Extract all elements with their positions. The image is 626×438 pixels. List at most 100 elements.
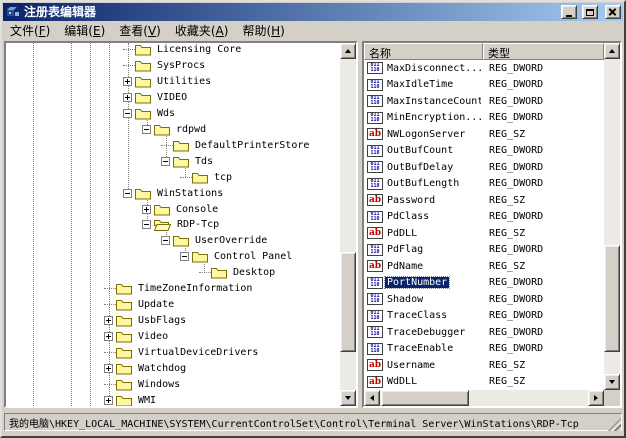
value-name[interactable]: Username [387, 360, 435, 371]
value-name[interactable]: NWLogonServer [387, 129, 465, 140]
tree-item[interactable]: Watchdog [104, 360, 188, 376]
value-row[interactable]: MaxInstanceCount REG_DWORD [364, 93, 604, 110]
value-row[interactable]: PdDLL REG_SZ [364, 225, 604, 242]
tree-item[interactable]: Licensing Core [123, 43, 243, 57]
tree-expander-icon[interactable] [104, 332, 113, 341]
minimize-button[interactable] [561, 5, 577, 19]
tree-item[interactable]: rdpwd [142, 121, 208, 137]
tree-expander-icon[interactable] [123, 109, 132, 118]
tree-item[interactable]: RDP-Tcp [142, 216, 221, 232]
scroll-down-button[interactable] [604, 374, 620, 390]
value-name[interactable]: Shadow [387, 294, 423, 305]
value-name[interactable]: Password [387, 195, 435, 206]
value-name[interactable]: TraceClass [387, 310, 447, 321]
tree-expander-icon[interactable] [161, 157, 170, 166]
tree-item[interactable]: Windows [104, 376, 182, 392]
title-bar[interactable]: 注册表编辑器 [3, 3, 623, 21]
value-row[interactable]: PdClass REG_DWORD [364, 209, 604, 226]
tree-vertical-scrollbar[interactable] [340, 43, 356, 406]
tree-item[interactable]: TimeZoneInformation [104, 280, 254, 296]
value-row[interactable]: WdDLL REG_SZ [364, 374, 604, 391]
tree-expander-icon[interactable] [142, 125, 151, 134]
tree-item[interactable]: Video [104, 328, 170, 344]
scrollbar-thumb[interactable] [604, 245, 620, 352]
tree-item[interactable]: UserOverride [161, 232, 269, 248]
tree-item[interactable]: SysProcs [123, 57, 207, 73]
value-row[interactable]: OutBufLength REG_DWORD [364, 176, 604, 193]
scroll-down-button[interactable] [340, 390, 356, 406]
tree-item[interactable]: Utilities [123, 73, 213, 89]
value-name[interactable]: PortNumber [385, 277, 449, 288]
menu-item[interactable]: 文件(F) [3, 20, 57, 42]
value-name[interactable]: WdDLL [387, 376, 417, 387]
tree-expander-icon[interactable] [123, 77, 132, 86]
value-row[interactable]: PdName REG_SZ [364, 258, 604, 275]
value-name[interactable]: TraceEnable [387, 343, 453, 354]
close-button[interactable] [605, 5, 621, 19]
tree-item[interactable]: Update [104, 296, 176, 312]
tree-item[interactable]: WinStations [123, 185, 225, 201]
tree-expander-icon[interactable] [104, 396, 113, 405]
value-name[interactable]: MinEncryption... [387, 112, 481, 123]
value-name[interactable]: PdFlag [387, 244, 423, 255]
tree-expander-icon[interactable] [142, 220, 151, 229]
value-row[interactable]: MaxIdleTime REG_DWORD [364, 77, 604, 94]
value-name[interactable]: OutBufLength [387, 178, 459, 189]
tree-expander-icon[interactable] [104, 364, 113, 373]
value-row[interactable]: Username REG_SZ [364, 357, 604, 374]
value-row[interactable]: Shadow REG_DWORD [364, 291, 604, 308]
value-name[interactable]: OutBufCount [387, 145, 453, 156]
menu-item[interactable]: 编辑(E) [57, 20, 112, 42]
scroll-up-button[interactable] [340, 43, 356, 59]
value-row[interactable]: TraceEnable REG_DWORD [364, 341, 604, 358]
value-name[interactable]: PdName [387, 261, 423, 272]
tree-item[interactable]: Wds [123, 105, 177, 121]
value-list[interactable]: MaxDisconnect... REG_DWORD MaxIdleTime R… [364, 60, 604, 390]
menu-item[interactable]: 查看(V) [112, 20, 168, 42]
tree-item[interactable]: WMI [104, 392, 158, 406]
scrollbar-thumb[interactable] [340, 252, 356, 352]
value-row[interactable]: NWLogonServer REG_SZ [364, 126, 604, 143]
value-name[interactable]: PdDLL [387, 228, 417, 239]
tree-item[interactable]: Control Panel [180, 248, 294, 264]
value-name[interactable]: MaxDisconnect... [387, 63, 481, 74]
column-header-name[interactable]: 名称 [364, 43, 483, 60]
tree-item[interactable]: Tds [161, 153, 215, 169]
value-name[interactable]: PdClass [387, 211, 429, 222]
value-row[interactable]: PdFlag REG_DWORD [364, 242, 604, 259]
value-row[interactable]: PortNumber REG_DWORD [364, 275, 604, 292]
tree-item[interactable]: VIDEO [123, 89, 189, 105]
value-row[interactable]: OutBufCount REG_DWORD [364, 143, 604, 160]
tree-item[interactable]: VirtualDeviceDrivers [104, 344, 260, 360]
tree-item[interactable]: DefaultPrinterStore [161, 137, 311, 153]
value-name[interactable]: MaxInstanceCount [387, 96, 481, 107]
menu-item[interactable]: 收藏夹(A) [168, 20, 236, 42]
scrollbar-thumb[interactable] [381, 390, 469, 406]
tree-item[interactable]: UsbFlags [104, 312, 188, 328]
menu-item[interactable]: 帮助(H) [235, 20, 291, 42]
value-row[interactable]: Password REG_SZ [364, 192, 604, 209]
value-row[interactable]: MaxDisconnect... REG_DWORD [364, 60, 604, 77]
tree-item[interactable]: tcp [180, 169, 234, 185]
value-row[interactable]: TraceClass REG_DWORD [364, 308, 604, 325]
list-horizontal-scrollbar[interactable] [364, 390, 604, 406]
scroll-up-button[interactable] [604, 43, 620, 59]
scroll-right-button[interactable] [588, 390, 604, 406]
value-row[interactable]: MinEncryption... REG_DWORD [364, 110, 604, 127]
tree-expander-icon[interactable] [123, 93, 132, 102]
value-name[interactable]: MaxIdleTime [387, 79, 453, 90]
tree-item[interactable]: Console [142, 201, 220, 217]
tree-item[interactable]: Desktop [199, 264, 277, 280]
tree-expander-icon[interactable] [104, 316, 113, 325]
column-header-type[interactable]: 类型 [483, 43, 604, 60]
tree-expander-icon[interactable] [161, 236, 170, 245]
tree-expander-icon[interactable] [142, 205, 151, 214]
tree-expander-icon[interactable] [180, 252, 189, 261]
value-name[interactable]: TraceDebugger [387, 327, 465, 338]
maximize-button[interactable] [582, 5, 598, 19]
value-row[interactable]: OutBufDelay REG_DWORD [364, 159, 604, 176]
tree-expander-icon[interactable] [123, 189, 132, 198]
scroll-left-button[interactable] [364, 390, 380, 406]
list-vertical-scrollbar[interactable] [604, 43, 620, 390]
value-name[interactable]: OutBufDelay [387, 162, 453, 173]
